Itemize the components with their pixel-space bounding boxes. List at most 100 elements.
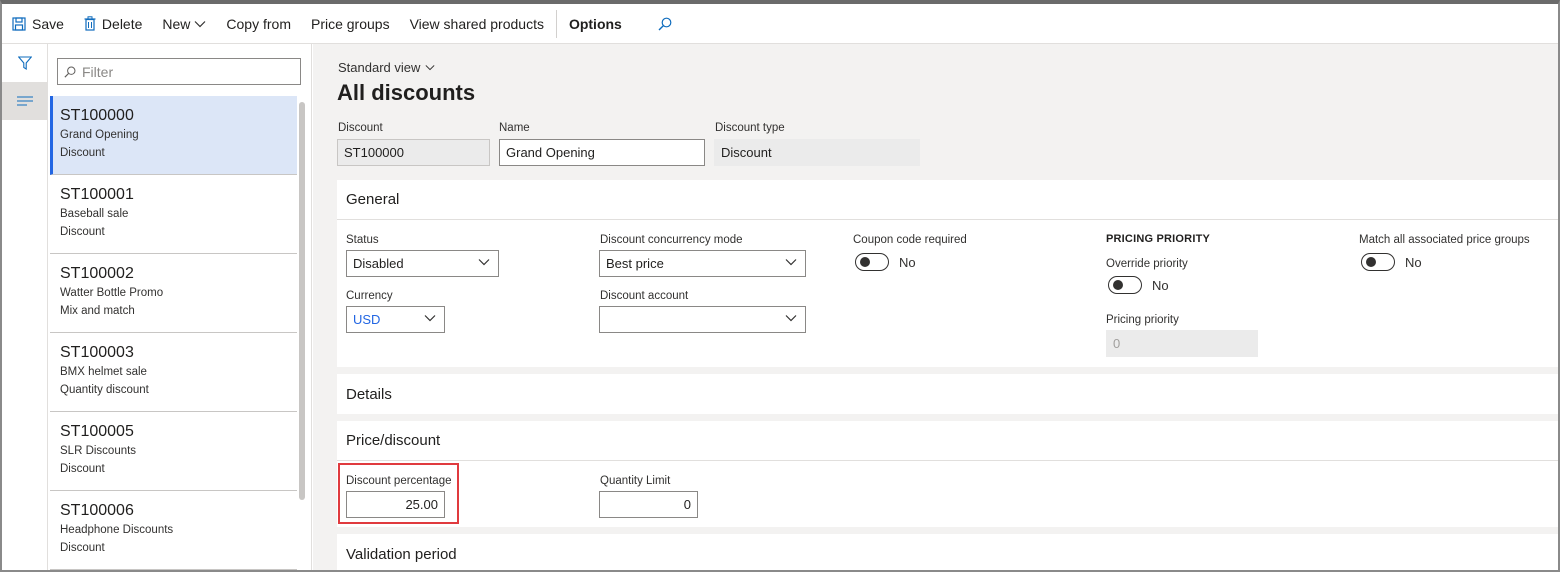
name-value: Grand Opening bbox=[506, 145, 595, 160]
general-header[interactable]: General bbox=[337, 180, 1558, 220]
quantity-limit-label: Quantity Limit bbox=[600, 475, 671, 487]
discount-id-field[interactable]: ST100000 bbox=[337, 139, 490, 166]
list-item[interactable]: ST100000 Grand Opening Discount bbox=[50, 96, 297, 175]
list-item-type: Discount bbox=[60, 147, 105, 159]
new-label: New bbox=[162, 15, 191, 32]
match-price-groups-label: Match all associated price groups bbox=[1359, 234, 1530, 246]
chevron-down-icon bbox=[424, 315, 436, 322]
validation-period-section: Validation period bbox=[337, 534, 1558, 570]
list-scrollbar[interactable] bbox=[299, 102, 305, 500]
price-discount-heading: Price/discount bbox=[346, 432, 441, 449]
search-icon bbox=[64, 66, 76, 78]
currency-value: USD bbox=[353, 312, 381, 327]
concurrency-value: Best price bbox=[606, 256, 664, 271]
main-content: Standard view All discounts Discount ST1… bbox=[313, 44, 1558, 570]
left-rail bbox=[2, 44, 48, 570]
price-groups-label: Price groups bbox=[310, 15, 390, 32]
validation-period-header[interactable]: Validation period bbox=[337, 534, 1558, 570]
save-label: Save bbox=[32, 15, 64, 32]
filter-input[interactable]: Filter bbox=[57, 58, 301, 85]
coupon-toggle-text: No bbox=[899, 255, 916, 270]
discount-percentage-value: 25.00 bbox=[405, 497, 438, 512]
list-item[interactable]: ST100005 SLR Discounts Discount bbox=[50, 412, 297, 491]
view-selector[interactable]: Standard view bbox=[338, 60, 435, 75]
override-priority-toggle[interactable] bbox=[1108, 276, 1142, 294]
details-heading: Details bbox=[346, 385, 392, 403]
match-price-groups-toggle[interactable] bbox=[1361, 253, 1395, 271]
save-button[interactable]: Save bbox=[2, 4, 74, 44]
discount-type-value: Discount bbox=[721, 145, 772, 160]
view-shared-products-button[interactable]: View shared products bbox=[400, 4, 554, 44]
currency-select[interactable]: USD bbox=[346, 306, 445, 333]
chevron-down-icon bbox=[785, 259, 797, 266]
search-icon bbox=[658, 17, 672, 30]
list-item-name: Headphone Discounts bbox=[60, 524, 174, 536]
chevron-down-icon bbox=[478, 259, 490, 266]
list-icon bbox=[17, 96, 33, 106]
copy-from-label: Copy from bbox=[226, 15, 291, 32]
coupon-toggle[interactable] bbox=[855, 253, 889, 271]
currency-label: Currency bbox=[346, 290, 393, 302]
list-item-id: ST100003 bbox=[60, 344, 134, 361]
list-item[interactable]: ST100006 Headphone Discounts Discount bbox=[50, 491, 297, 570]
discount-percentage-field[interactable]: 25.00 bbox=[346, 491, 445, 518]
delete-button[interactable]: Delete bbox=[74, 4, 152, 44]
discount-id-label: Discount bbox=[338, 122, 383, 134]
concurrency-label: Discount concurrency mode bbox=[600, 234, 743, 246]
chevron-down-icon bbox=[785, 315, 797, 322]
status-value: Disabled bbox=[353, 256, 404, 271]
filter-placeholder: Filter bbox=[82, 63, 114, 80]
override-priority-label: Override priority bbox=[1106, 258, 1188, 270]
match-price-groups-text: No bbox=[1405, 255, 1422, 270]
list-item-id: ST100006 bbox=[60, 502, 134, 519]
trash-icon bbox=[84, 16, 96, 31]
pricing-priority-value: 0 bbox=[1113, 336, 1121, 351]
pricing-priority-heading: PRICING PRIORITY bbox=[1106, 233, 1211, 245]
list-item-type: Mix and match bbox=[60, 305, 135, 317]
pricing-priority-field: 0 bbox=[1106, 330, 1258, 357]
page-title: All discounts bbox=[337, 80, 476, 105]
delete-label: Delete bbox=[101, 15, 143, 32]
discount-list: ST100000 Grand Opening Discount ST100001… bbox=[50, 96, 297, 570]
list-item-id: ST100002 bbox=[60, 265, 134, 282]
price-discount-header[interactable]: Price/discount bbox=[337, 421, 1558, 461]
chevron-down-icon bbox=[425, 65, 435, 71]
validation-period-heading: Validation period bbox=[346, 545, 457, 563]
funnel-icon bbox=[18, 56, 32, 70]
save-icon bbox=[12, 16, 26, 31]
filter-pane-button[interactable] bbox=[2, 44, 48, 82]
pricing-priority-label: Pricing priority bbox=[1106, 314, 1179, 326]
list-item[interactable]: ST100002 Watter Bottle Promo Mix and mat… bbox=[50, 254, 297, 333]
status-label: Status bbox=[346, 234, 379, 246]
quantity-limit-field[interactable]: 0 bbox=[599, 491, 698, 518]
options-label: Options bbox=[568, 15, 622, 32]
new-dropdown-button[interactable]: New bbox=[152, 4, 216, 44]
list-item-name: Watter Bottle Promo bbox=[60, 287, 164, 299]
status-select[interactable]: Disabled bbox=[346, 250, 499, 277]
options-tab[interactable]: Options bbox=[559, 4, 632, 44]
list-view-button[interactable] bbox=[2, 82, 48, 120]
discount-type-label: Discount type bbox=[715, 122, 785, 134]
list-item-type: Quantity discount bbox=[60, 384, 149, 396]
list-item[interactable]: ST100003 BMX helmet sale Quantity discou… bbox=[50, 333, 297, 412]
view-label: Standard view bbox=[338, 60, 421, 75]
list-item-name: SLR Discounts bbox=[60, 445, 137, 457]
list-item-id: ST100001 bbox=[60, 186, 134, 203]
details-header[interactable]: Details bbox=[337, 374, 1558, 414]
app-window: Save Delete New Copy from Price groups V… bbox=[0, 0, 1560, 572]
copy-from-button[interactable]: Copy from bbox=[216, 4, 301, 44]
list-item[interactable]: ST100001 Baseball sale Discount bbox=[50, 175, 297, 254]
discount-account-label: Discount account bbox=[600, 290, 689, 302]
discount-type-field: Discount bbox=[714, 139, 920, 166]
concurrency-select[interactable]: Best price bbox=[599, 250, 806, 277]
discount-account-select[interactable] bbox=[599, 306, 806, 333]
details-section: Details bbox=[337, 374, 1558, 414]
list-item-type: Discount bbox=[60, 226, 105, 238]
list-item-name: Grand Opening bbox=[60, 129, 139, 141]
price-groups-button[interactable]: Price groups bbox=[301, 4, 400, 44]
name-label: Name bbox=[499, 122, 530, 134]
coupon-label: Coupon code required bbox=[853, 234, 967, 246]
list-item-id: ST100000 bbox=[60, 107, 134, 124]
name-field[interactable]: Grand Opening bbox=[499, 139, 705, 166]
search-button[interactable] bbox=[632, 4, 688, 44]
